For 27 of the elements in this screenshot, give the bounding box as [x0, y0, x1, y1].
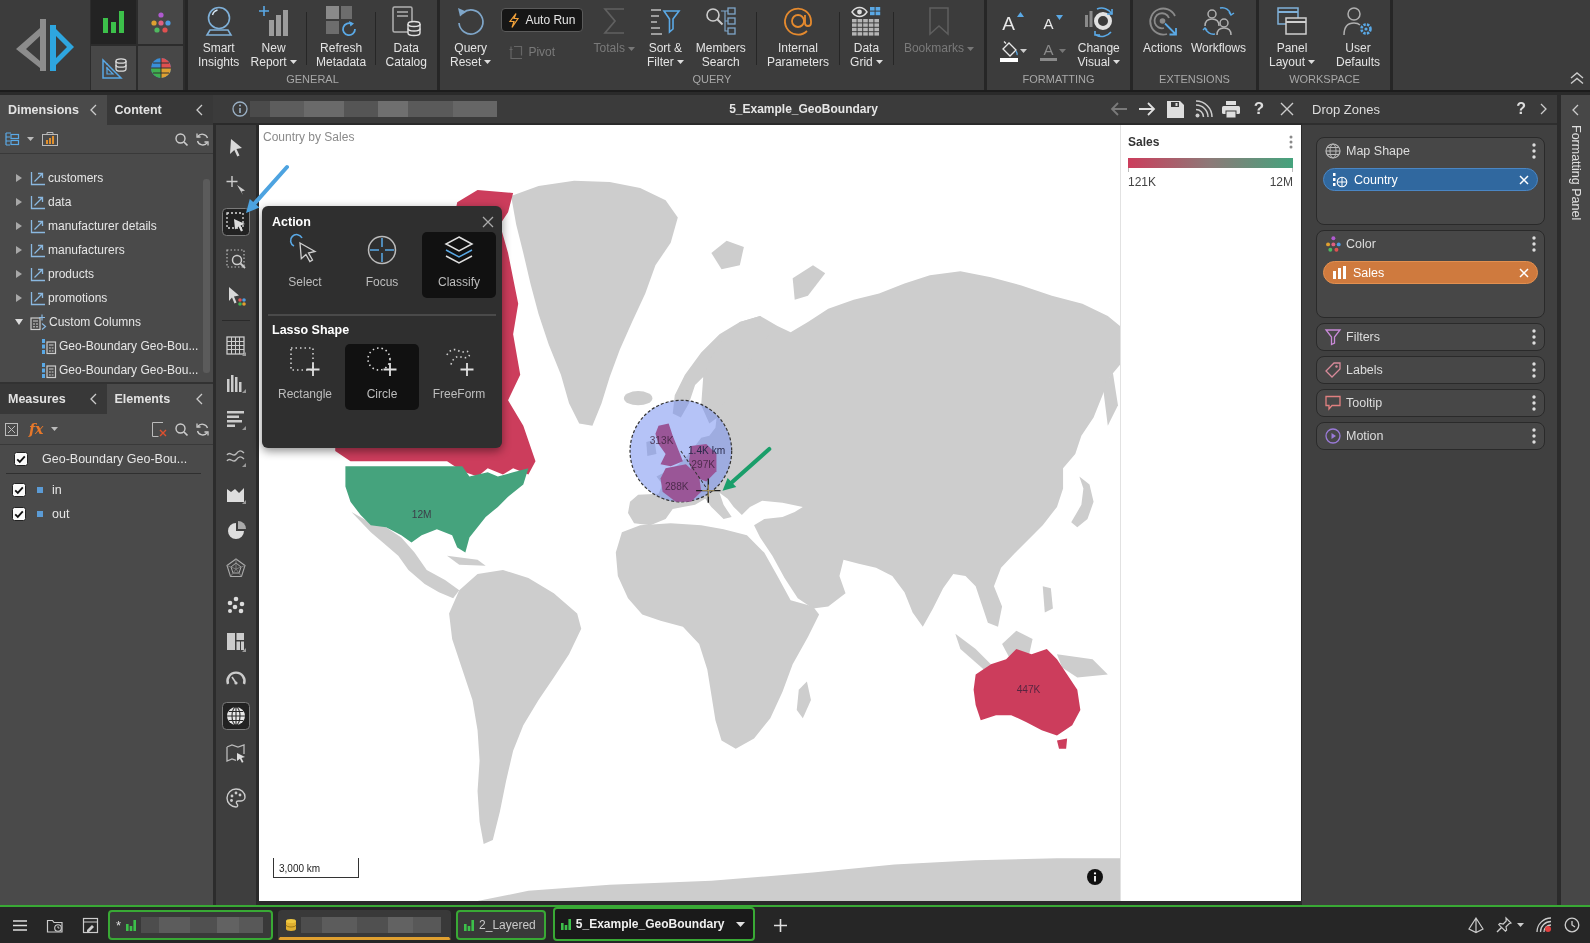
zone-label: Filters: [1346, 330, 1382, 344]
chart-title: Country by Sales: [263, 130, 355, 144]
value-label: 12M: [411, 509, 432, 521]
legend-title: Sales: [1128, 134, 1160, 149]
popup-section-title: Lasso Shape: [272, 323, 350, 337]
scale-label: 3,000 km: [279, 864, 321, 874]
zone-label: Motion: [1346, 429, 1385, 443]
group-label: EXTENSIONS: [1159, 73, 1230, 86]
legend-max-label: 12M: [1269, 175, 1293, 189]
zone-label: Labels: [1346, 363, 1384, 377]
report-title: 5_Example_GeoBoundary: [729, 102, 878, 116]
group-label: FORMATTING: [1022, 73, 1095, 86]
group-label: WORKSPACE: [1289, 73, 1360, 86]
chip-label: Country: [1354, 172, 1399, 187]
value-label: 288K: [664, 480, 689, 492]
group-label: GENERAL: [286, 73, 339, 86]
zone-label: Map Shape: [1346, 144, 1411, 158]
popup-title: Action: [272, 215, 311, 229]
modified-marker: *: [116, 917, 122, 933]
zone-label: Color: [1346, 237, 1377, 251]
value-label: 447K: [1016, 683, 1041, 695]
value-label: 297K: [691, 459, 716, 471]
legend-min-label: 121K: [1128, 175, 1157, 189]
chip-label: Sales: [1353, 265, 1386, 280]
panel-title: Drop Zones: [1312, 101, 1381, 117]
zone-label: Tooltip: [1346, 396, 1384, 410]
group-label: QUERY: [692, 73, 732, 86]
